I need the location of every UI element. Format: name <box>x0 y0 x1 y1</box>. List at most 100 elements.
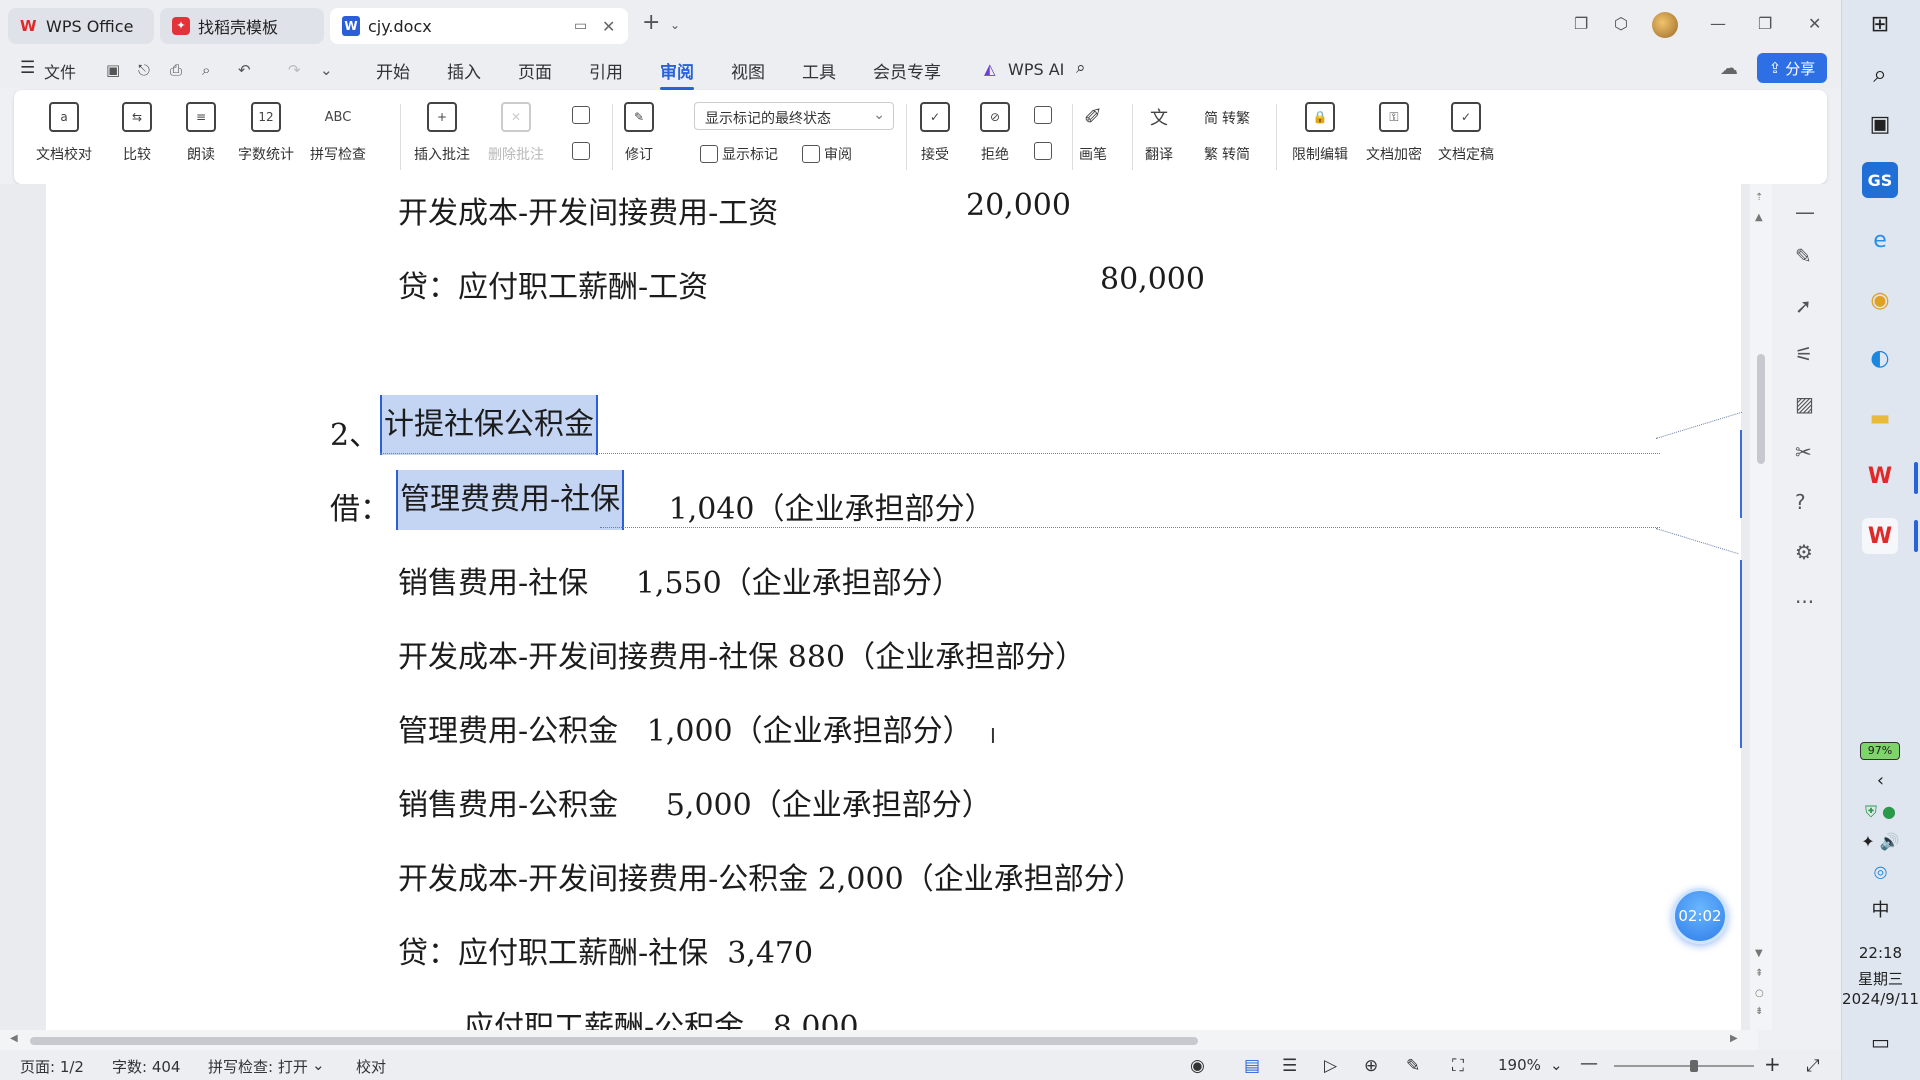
windows-start-icon[interactable]: ⊞ <box>1862 6 1898 42</box>
chevron-left-icon[interactable]: ‹ <box>1841 770 1920 791</box>
revise-button[interactable]: ✎ 修订 <box>624 102 654 164</box>
menu-start[interactable]: 开始 <box>376 58 410 83</box>
wps-active-icon[interactable]: W <box>1862 518 1898 554</box>
encrypt-button[interactable]: ⚿ 文档加密 <box>1366 102 1422 164</box>
read-aloud-button[interactable]: ≡ 朗读 <box>186 102 216 164</box>
spell-chevron-icon[interactable]: ⌄ <box>312 1056 325 1074</box>
menu-references[interactable]: 引用 <box>589 58 623 83</box>
output-icon[interactable]: ⎋ <box>138 61 150 79</box>
compare-button[interactable]: ⇆ 比较 <box>122 102 152 164</box>
search-icon[interactable]: ⌕ <box>1076 58 1086 78</box>
collapse-panel-icon[interactable]: — <box>1795 200 1815 224</box>
spell-check-indicator[interactable]: 拼写检查: 打开 <box>208 1056 308 1077</box>
tab-wps-office[interactable]: W WPS Office <box>8 8 154 44</box>
tools-icon[interactable]: ✂ <box>1795 440 1812 464</box>
next-comment-button[interactable] <box>572 142 590 160</box>
tab-document[interactable]: W cjy.docx ▭ ✕ <box>330 8 628 44</box>
scroll-right-icon[interactable]: ▶ <box>1730 1033 1738 1044</box>
restore-icon[interactable]: ❐ <box>1758 14 1772 33</box>
close-tab-icon[interactable]: ✕ <box>602 17 615 36</box>
window-mode-icon[interactable]: ▭ <box>574 18 587 34</box>
zoom-in-icon[interactable]: + <box>1764 1052 1781 1076</box>
word-count-button[interactable]: 12 字数统计 <box>238 102 294 164</box>
clock-weekday[interactable]: 星期三 <box>1841 968 1920 989</box>
show-markup-button[interactable]: 显示标记 <box>700 144 778 164</box>
outline-view-icon[interactable]: ☰ <box>1282 1056 1297 1076</box>
scroll-top-icon[interactable]: ⇡ <box>1755 192 1763 203</box>
review-pane-button[interactable]: 审阅 <box>802 144 852 164</box>
redo-icon[interactable]: ↷ <box>288 61 301 79</box>
close-window-icon[interactable]: ✕ <box>1808 14 1821 33</box>
pen-tool-icon[interactable]: ✎ <box>1795 244 1812 268</box>
translate-button[interactable]: 文翻译 <box>1144 102 1174 164</box>
hamburger-icon[interactable]: ☰ <box>20 58 35 78</box>
pen-button[interactable]: ✐ 画笔 <box>1078 102 1108 164</box>
ie-browser-icon[interactable]: e <box>1862 222 1898 258</box>
page-indicator[interactable]: 页面: 1/2 <box>20 1056 84 1077</box>
battery-indicator[interactable]: 97% <box>1860 742 1900 760</box>
notification-icon[interactable]: ▭ <box>1841 1030 1920 1054</box>
cloud-icon[interactable]: ☁ <box>1720 58 1738 79</box>
menu-file[interactable]: 文件 <box>44 59 76 83</box>
select-browse-icon[interactable]: ○ <box>1755 988 1764 999</box>
prev-comment-button[interactable] <box>572 106 590 124</box>
finalize-button[interactable]: ✓ 文档定稿 <box>1438 102 1494 164</box>
save-icon[interactable]: ▣ <box>106 61 120 79</box>
zoom-level[interactable]: 190% <box>1498 1056 1541 1074</box>
zoom-slider[interactable] <box>1614 1065 1754 1067</box>
prev-revision-button[interactable] <box>1034 106 1052 124</box>
fit-width-icon[interactable]: ⛶ <box>1452 1056 1464 1076</box>
horizontal-scroll-thumb[interactable] <box>30 1037 1198 1045</box>
proofread-button[interactable]: 校对 <box>356 1056 386 1077</box>
scroll-up-icon[interactable]: ▲ <box>1755 212 1763 223</box>
share-button[interactable]: ⇪ 分享 <box>1757 53 1827 83</box>
menu-insert[interactable]: 插入 <box>447 58 481 83</box>
ime-indicator[interactable]: 中 <box>1841 896 1920 922</box>
help-icon[interactable]: ? <box>1795 490 1806 514</box>
zoom-out-icon[interactable]: — <box>1580 1053 1598 1074</box>
prev-page-icon[interactable]: ⇞ <box>1755 968 1763 979</box>
to-simplified-button[interactable]: 繁转简 <box>1204 144 1250 164</box>
network-icon[interactable]: ◎ <box>1841 862 1920 881</box>
gs-app-icon[interactable]: GS <box>1862 162 1898 198</box>
next-page-icon[interactable]: ⇟ <box>1755 1006 1763 1017</box>
wps-app-icon[interactable]: W <box>1862 458 1898 494</box>
to-traditional-button[interactable]: 简转繁 <box>1204 108 1250 128</box>
print-icon[interactable]: ⎙ <box>170 61 182 79</box>
document-page[interactable]: 开发成本-开发间接费用-工资 20,000 贷：应付职工薪酬-工资 80,000… <box>46 184 1741 1030</box>
print-preview-icon[interactable]: ⌕ <box>202 61 210 79</box>
undo-icon[interactable]: ↶ <box>238 61 251 79</box>
web-view-icon[interactable]: ⊕ <box>1364 1056 1378 1076</box>
menu-page[interactable]: 页面 <box>518 58 552 83</box>
clock-time[interactable]: 22:18 <box>1841 944 1920 962</box>
adjust-settings-icon[interactable]: ⚟ <box>1795 342 1813 366</box>
eye-protection-icon[interactable]: ◉ <box>1190 1056 1205 1076</box>
selected-heading[interactable]: 计提社保公积金 <box>380 395 598 455</box>
chevron-down-icon[interactable]: ⌄ <box>670 18 680 32</box>
vertical-scroll-thumb[interactable] <box>1757 354 1765 464</box>
security-icon[interactable]: ⛨ ● <box>1841 802 1920 822</box>
more-chevron-icon[interactable]: ⌄ <box>320 61 333 79</box>
vertical-scrollbar[interactable] <box>1750 184 1772 1030</box>
insert-comment-button[interactable]: + 插入批注 <box>414 102 470 164</box>
scroll-down-icon[interactable]: ▼ <box>1755 948 1763 959</box>
pen-mode-icon[interactable]: ✎ <box>1406 1056 1420 1076</box>
task-view-icon[interactable]: ▣ <box>1862 106 1898 142</box>
menu-review[interactable]: 审阅 <box>660 58 694 90</box>
new-tab-icon[interactable]: + <box>642 10 660 35</box>
file-explorer-icon[interactable]: ▬ <box>1862 400 1898 436</box>
fullscreen-icon[interactable]: ⤢ <box>1806 1056 1820 1076</box>
menu-member[interactable]: 会员专享 <box>873 58 941 83</box>
chrome-icon[interactable]: ◉ <box>1862 282 1898 318</box>
edge-icon[interactable]: ◐ <box>1862 340 1898 376</box>
menu-tools[interactable]: 工具 <box>802 58 836 83</box>
window-layout-icon[interactable]: ❐ <box>1574 14 1588 33</box>
accept-button[interactable]: ✓ 接受 <box>920 102 950 164</box>
doc-check-button[interactable]: a 文档校对 <box>36 102 92 164</box>
minimize-icon[interactable]: — <box>1710 14 1726 33</box>
selected-account[interactable]: 管理费费用-社保 <box>396 470 625 530</box>
spell-check-button[interactable]: ABC 拼写检查 <box>310 102 366 164</box>
word-count-indicator[interactable]: 字数: 404 <box>112 1056 180 1077</box>
image-tool-icon[interactable]: ▨ <box>1795 392 1814 416</box>
restrict-edit-button[interactable]: 🔒 限制编辑 <box>1292 102 1348 164</box>
